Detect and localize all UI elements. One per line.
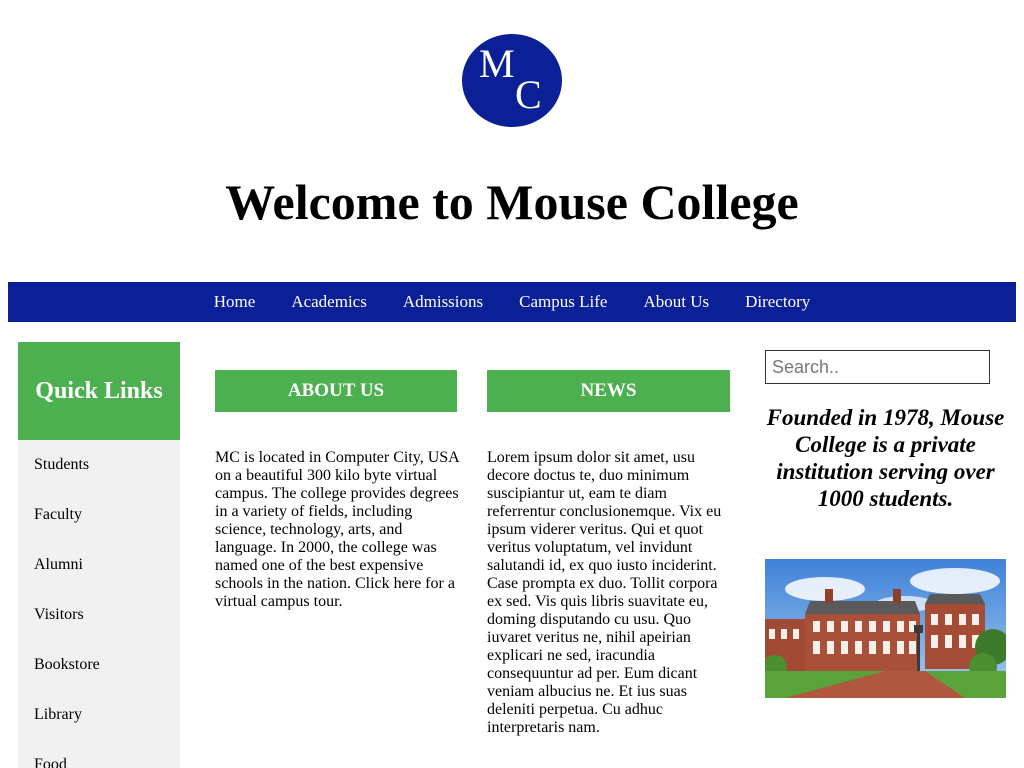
logo-letter-c: C bbox=[515, 72, 542, 117]
sidebar-link-food[interactable]: Food bbox=[18, 740, 180, 768]
sidebar-link-students[interactable]: Students bbox=[18, 440, 180, 490]
nav-item-campus-life[interactable]: Campus Life bbox=[501, 292, 625, 312]
founded-statement: Founded in 1978, Mouse College is a priv… bbox=[766, 405, 1005, 511]
main-navbar: Home Academics Admissions Campus Life Ab… bbox=[8, 282, 1016, 322]
nav-item-admissions[interactable]: Admissions bbox=[385, 292, 501, 312]
about-us-heading: ABOUT US bbox=[215, 370, 457, 412]
sidebar-link-visitors[interactable]: Visitors bbox=[18, 590, 180, 640]
quick-links-list: Students Faculty Alumni Visitors Booksto… bbox=[18, 440, 180, 768]
nav-item-academics[interactable]: Academics bbox=[273, 292, 385, 312]
campus-photo bbox=[765, 559, 1006, 698]
page-title: Welcome to Mouse College bbox=[225, 174, 799, 230]
news-heading: NEWS bbox=[487, 370, 730, 412]
search-input[interactable] bbox=[765, 350, 990, 384]
news-text: Lorem ipsum dolor sit amet, usu decore d… bbox=[487, 449, 722, 736]
nav-item-home[interactable]: Home bbox=[196, 292, 274, 312]
sidebar-link-library[interactable]: Library bbox=[18, 690, 180, 740]
logo-letter-m: M bbox=[479, 41, 515, 86]
college-logo: M C bbox=[462, 34, 562, 127]
sidebar-link-alumni[interactable]: Alumni bbox=[18, 540, 180, 590]
nav-item-directory[interactable]: Directory bbox=[727, 292, 828, 312]
about-us-text: MC is located in Computer City, USA on a… bbox=[215, 449, 459, 610]
quick-links-sidebar: Quick Links Students Faculty Alumni Visi… bbox=[18, 342, 180, 768]
quick-links-heading: Quick Links bbox=[18, 342, 180, 440]
sidebar-link-bookstore[interactable]: Bookstore bbox=[18, 640, 180, 690]
nav-item-about-us[interactable]: About Us bbox=[625, 292, 727, 312]
sidebar-link-faculty[interactable]: Faculty bbox=[18, 490, 180, 540]
